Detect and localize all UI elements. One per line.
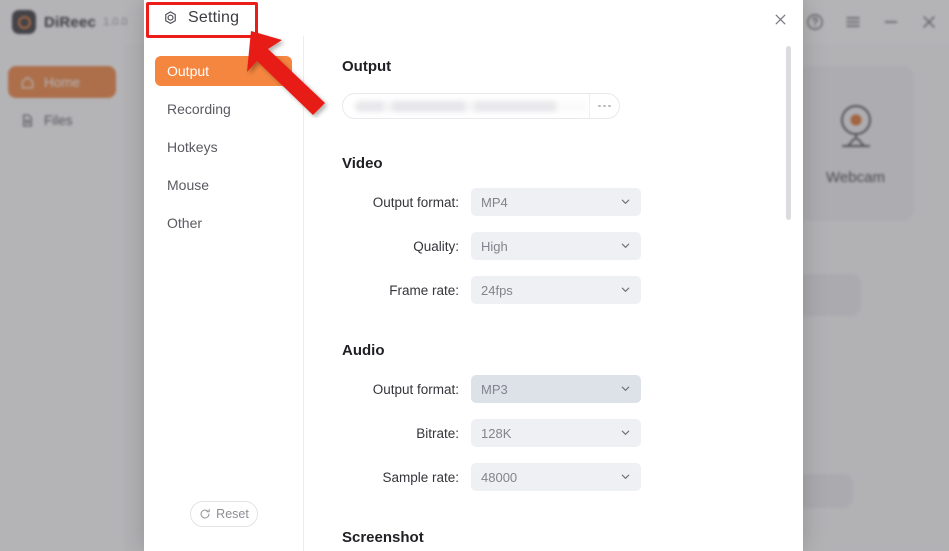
video-output-format-value: MP4: [481, 194, 508, 210]
settings-dialog: Setting Output Recording Hotkeys Mouse O…: [144, 0, 803, 551]
audio-output-format-label: Output format:: [372, 381, 459, 397]
section-title-output: Output: [342, 58, 392, 75]
audio-output-format-row: Output format: MP3: [342, 375, 803, 403]
reset-button-label: Reset: [216, 507, 249, 521]
audio-bitrate-select[interactable]: 128K: [471, 419, 641, 447]
chevron-down-icon: [620, 239, 631, 254]
settings-nav-item-other[interactable]: Other: [155, 208, 292, 238]
settings-nav-item-recording[interactable]: Recording: [155, 94, 292, 124]
settings-dialog-header: Setting: [144, 0, 803, 36]
settings-nav-item-mouse-label: Mouse: [167, 177, 210, 193]
video-quality-label: Quality:: [413, 238, 459, 254]
settings-nav-item-output-label: Output: [167, 63, 210, 79]
video-output-format-label: Output format:: [372, 194, 459, 210]
video-output-format-select[interactable]: MP4: [471, 188, 641, 216]
output-path-field[interactable]: [342, 93, 620, 119]
settings-nav-item-hotkeys[interactable]: Hotkeys: [155, 132, 292, 162]
section-title-video: Video: [342, 155, 383, 172]
chevron-down-icon: [620, 283, 631, 298]
video-frame-rate-select[interactable]: 24fps: [471, 276, 641, 304]
video-frame-rate-label: Frame rate:: [389, 282, 459, 298]
audio-sample-rate-select[interactable]: 48000: [471, 463, 641, 491]
video-quality-row: Quality: High: [342, 232, 803, 260]
audio-output-format-select[interactable]: MP3: [471, 375, 641, 403]
video-quality-select[interactable]: High: [471, 232, 641, 260]
refresh-icon: [200, 508, 210, 519]
video-quality-value: High: [481, 238, 508, 254]
settings-dialog-title: Setting: [188, 9, 240, 26]
chevron-down-icon: [620, 426, 631, 441]
settings-nav-item-mouse[interactable]: Mouse: [155, 170, 292, 200]
chevron-down-icon: [620, 470, 631, 485]
settings-scrollbar-thumb[interactable]: [786, 46, 791, 220]
video-frame-rate-row: Frame rate: 24fps: [342, 276, 803, 304]
video-frame-rate-value: 24fps: [481, 282, 513, 298]
reset-button[interactable]: Reset: [190, 501, 258, 527]
screen-root: DiReec 1.0.0 Home Files Webcam Setting O…: [0, 0, 949, 551]
audio-bitrate-label: Bitrate:: [416, 425, 459, 441]
chevron-down-icon: [620, 195, 631, 210]
audio-sample-rate-value: 48000: [481, 469, 518, 485]
output-path-browse-button[interactable]: [589, 94, 619, 118]
settings-nav-item-output[interactable]: Output: [155, 56, 292, 86]
audio-output-format-value: MP3: [481, 381, 508, 397]
settings-nav-item-recording-label: Recording: [167, 101, 231, 117]
audio-bitrate-row: Bitrate: 128K: [342, 419, 803, 447]
gear-icon: [165, 10, 176, 24]
settings-dialog-body: Output Recording Hotkeys Mouse Other Res…: [144, 36, 803, 551]
audio-sample-rate-label: Sample rate:: [382, 469, 459, 485]
settings-nav-item-other-label: Other: [167, 215, 203, 231]
section-title-screenshot: Screenshot: [342, 529, 424, 546]
section-title-audio: Audio: [342, 342, 385, 359]
settings-dialog-close-icon[interactable]: [769, 8, 791, 30]
output-path-value: [355, 100, 589, 112]
video-output-format-row: Output format: MP4: [342, 188, 803, 216]
audio-sample-rate-row: Sample rate: 48000: [342, 463, 803, 491]
settings-content-pane: Output Video Output format: MP4 Quality:…: [304, 36, 803, 551]
settings-nav-item-hotkeys-label: Hotkeys: [167, 139, 218, 155]
audio-bitrate-value: 128K: [481, 425, 512, 441]
settings-scrollbar[interactable]: [786, 46, 791, 546]
settings-nav: Output Recording Hotkeys Mouse Other Res…: [144, 36, 304, 551]
chevron-down-icon: [620, 382, 631, 397]
